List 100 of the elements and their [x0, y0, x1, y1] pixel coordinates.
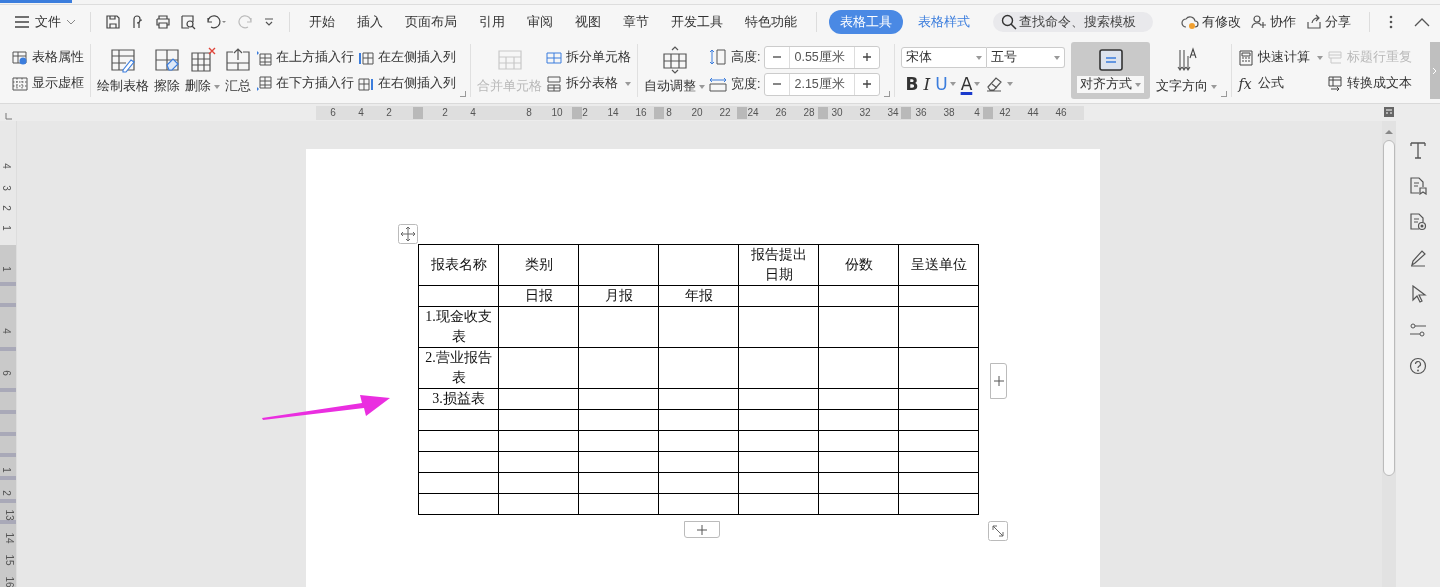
add-row-button[interactable] [684, 521, 720, 538]
row-marker[interactable] [0, 476, 16, 480]
document-gear-icon[interactable] [1409, 213, 1427, 231]
toolbar-action[interactable]: 分享 [1306, 12, 1351, 31]
ribbon-tab[interactable]: 表格工具 [829, 9, 903, 34]
draw-table-button[interactable]: 绘制表格 [95, 38, 151, 103]
delete-button[interactable]: 删除 [183, 38, 222, 103]
column-marker[interactable] [572, 107, 582, 119]
caret-icon[interactable] [1317, 55, 1324, 60]
column-marker[interactable] [413, 107, 423, 119]
text-icon[interactable] [1409, 141, 1427, 159]
convert-to-text-button[interactable]: 转换成文本 [1327, 73, 1413, 94]
underline-button[interactable]: U [935, 74, 948, 94]
print-preview-icon[interactable] [180, 13, 196, 30]
move-handle-icon[interactable] [398, 224, 418, 244]
erase-button[interactable]: 擦除 [151, 38, 183, 103]
caret-icon[interactable] [1135, 82, 1142, 87]
column-marker[interactable] [818, 107, 828, 119]
column-marker[interactable] [737, 107, 747, 119]
auto-fit-button[interactable]: 自动调整 [642, 38, 707, 103]
help-icon[interactable] [1409, 357, 1427, 375]
width-spinbox[interactable]: 2.15厘米 [764, 72, 881, 96]
column-marker[interactable] [654, 107, 664, 119]
ribbon-tab[interactable]: 特色功能 [734, 9, 808, 34]
insert-row-below-button[interactable]: 在下方插入行 [256, 73, 354, 94]
dialog-launcher-icon[interactable] [460, 91, 466, 97]
table-cell: 月报 [604, 288, 633, 303]
pen-icon[interactable] [1409, 249, 1427, 267]
row-marker[interactable] [0, 453, 16, 457]
row-marker[interactable] [0, 499, 16, 503]
ruler-toggle-icon[interactable] [1383, 106, 1395, 118]
ribbon-tab[interactable]: 插入 [346, 9, 394, 34]
column-marker[interactable] [983, 107, 993, 119]
caret-icon[interactable] [1054, 55, 1061, 60]
ribbon-tab[interactable]: 审阅 [516, 9, 564, 34]
font-size-select[interactable]: 五号 [987, 47, 1066, 68]
italic-button[interactable]: I [923, 74, 931, 94]
table-properties-button[interactable]: 表格属性 [12, 47, 84, 68]
dialog-launcher-icon[interactable] [1221, 91, 1228, 97]
insert-column-left-button[interactable]: 在左侧插入列 [358, 47, 456, 68]
resize-icon[interactable] [988, 521, 1008, 541]
ribbon-tab[interactable]: 视图 [564, 9, 612, 34]
column-marker[interactable] [901, 107, 911, 119]
ribbon-tab[interactable]: 引用 [468, 9, 516, 34]
caret-icon[interactable] [1211, 84, 1218, 89]
show-gridlines-button[interactable]: 显示虚框 [12, 73, 84, 94]
add-column-button[interactable] [990, 363, 1007, 399]
height-spinbox[interactable]: 0.55厘米 [764, 45, 881, 69]
cursor-icon[interactable] [1409, 285, 1427, 303]
table-cell: 报告提出日期 [750, 247, 807, 282]
caret-icon[interactable] [974, 81, 981, 87]
quick-calc-button[interactable]: 快速计算 [1238, 47, 1324, 68]
toolbar-action[interactable]: 协作 [1251, 12, 1296, 31]
ribbon-tab[interactable]: 开发工具 [660, 9, 734, 34]
text-direction-button[interactable]: 文字方向 [1154, 38, 1220, 103]
save-icon[interactable] [105, 13, 121, 30]
more-icon[interactable] [1388, 13, 1394, 30]
toolbar-action[interactable]: 有修改 [1181, 12, 1241, 31]
formula-button[interactable]: fx 公式 [1238, 73, 1324, 94]
ribbon-tab[interactable]: 表格样式 [907, 9, 981, 34]
row-marker[interactable] [0, 303, 16, 307]
ribbon-tab[interactable]: 章节 [612, 9, 660, 34]
font-select[interactable]: 宋体 [901, 47, 988, 68]
collapse-icon[interactable] [1414, 16, 1430, 27]
caret-icon[interactable] [976, 55, 983, 60]
bold-button[interactable]: B [905, 74, 919, 94]
undo-icon[interactable] [205, 13, 229, 30]
ribbon-tab[interactable]: 页面布局 [394, 9, 468, 34]
summary-button[interactable]: 汇总 [222, 38, 254, 103]
print-icon[interactable] [155, 13, 171, 30]
font-color-button[interactable]: A [960, 74, 973, 94]
row-marker[interactable] [0, 520, 16, 524]
sliders-icon[interactable] [1409, 321, 1427, 339]
caret-icon[interactable] [949, 81, 956, 87]
row-marker[interactable] [0, 388, 16, 392]
caret-icon[interactable] [214, 84, 220, 89]
caret-icon[interactable] [625, 81, 631, 86]
search-field[interactable]: 查找命令、搜索模板 [993, 11, 1153, 32]
row-marker[interactable] [0, 432, 16, 436]
ribbon-tab[interactable]: 开始 [298, 9, 346, 34]
dialog-launcher-icon[interactable] [884, 91, 891, 97]
row-marker[interactable] [0, 410, 16, 414]
align-button[interactable]: 对齐方式 [1071, 42, 1151, 99]
scroll-up-icon[interactable] [1385, 129, 1393, 135]
vertical-scrollbar[interactable] [1382, 121, 1396, 587]
tab-stop-icon[interactable] [5, 113, 12, 120]
split-cells-button[interactable]: 拆分单元格 [546, 47, 631, 68]
row-marker[interactable] [0, 347, 16, 351]
customize-caret-icon[interactable] [263, 15, 275, 28]
scrollbar-thumb[interactable] [1383, 140, 1395, 476]
row-marker[interactable] [0, 282, 16, 286]
redo-icon[interactable] [238, 13, 254, 30]
split-table-button[interactable]: 拆分表格 [546, 73, 631, 94]
caret-icon[interactable] [699, 84, 705, 89]
document-bookmark-icon[interactable] [1409, 177, 1427, 195]
insert-column-right-button[interactable]: 在右侧插入列 [358, 73, 456, 94]
insert-row-above-button[interactable]: 在上方插入行 [256, 47, 354, 68]
table-cell: 报表名称 [430, 257, 487, 272]
caret-icon[interactable] [1007, 81, 1014, 87]
file-menu[interactable]: 文件 [14, 12, 82, 31]
